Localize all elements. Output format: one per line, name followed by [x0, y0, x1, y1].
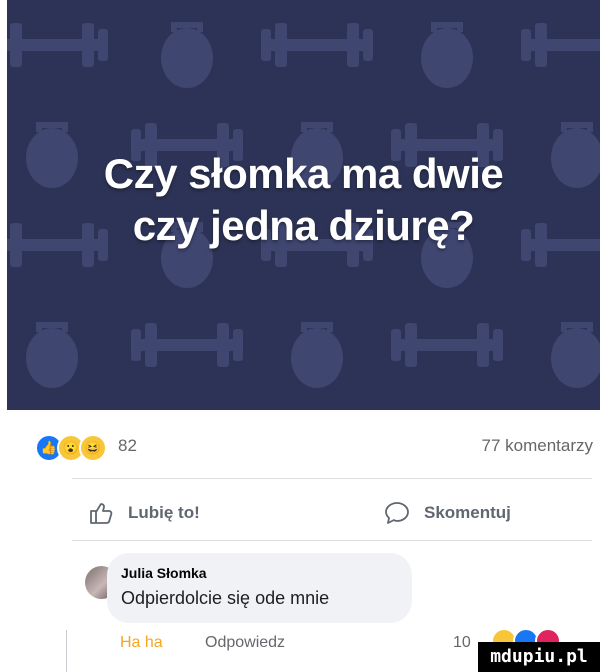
comment-icon: [385, 502, 409, 524]
divider: [72, 478, 592, 479]
watermark-logo: mdupiu.pl: [478, 642, 600, 672]
thumbs-up-icon: [90, 503, 113, 524]
divider: [72, 540, 592, 541]
reaction-count[interactable]: 82: [118, 436, 137, 456]
comment-text: Odpierdolcie się ode mnie: [121, 588, 330, 608]
post-image[interactable]: Czy słomka ma dwie czy jedna dziurę?: [7, 0, 600, 410]
post-headline: Czy słomka ma dwie czy jedna dziurę?: [7, 148, 600, 252]
comment-author[interactable]: Julia Słomka: [121, 565, 207, 581]
comments-count[interactable]: 77 komentarzy: [482, 436, 594, 456]
comment-reaction-link[interactable]: Ha ha: [120, 634, 163, 652]
reaction-stats-bar: 👍 😮 😆 82 77 komentarzy: [7, 428, 593, 462]
reaction-icons[interactable]: 👍 😮 😆: [35, 434, 107, 462]
haha-icon: 😆: [79, 434, 107, 462]
headline-line-2: czy jedna dziurę?: [132, 202, 475, 249]
comment-reaction-count[interactable]: 10: [453, 634, 471, 652]
comment-label: Skomentuj: [424, 503, 511, 522]
comment-button[interactable]: Skomentuj: [384, 500, 511, 526]
reply-link[interactable]: Odpowiedz: [205, 634, 285, 652]
thread-line: [66, 630, 67, 672]
headline-line-1: Czy słomka ma dwie: [103, 150, 504, 197]
like-label: Lubię to!: [128, 503, 200, 522]
like-button[interactable]: Lubię to!: [88, 500, 200, 526]
